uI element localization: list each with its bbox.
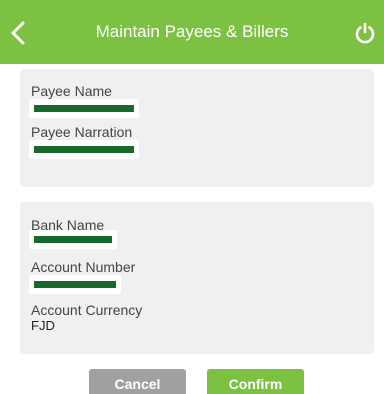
account-number-label: Account Number (31, 259, 136, 275)
bank-name-value-redacted (29, 230, 117, 249)
app-header: Maintain Payees & Billers (0, 0, 384, 64)
bank-details-card: Bank Name Account Number Account Currenc… (20, 202, 374, 354)
account-number-value-redacted (29, 275, 121, 294)
power-icon (355, 22, 375, 44)
account-currency-label: Account Currency (31, 302, 143, 318)
confirm-button[interactable]: Confirm (207, 369, 304, 394)
cancel-button[interactable]: Cancel (89, 369, 186, 394)
back-button[interactable] (6, 18, 30, 48)
logout-button[interactable] (352, 20, 378, 46)
payee-name-label: Payee Name (31, 83, 112, 99)
account-currency-value: FJD (31, 318, 55, 333)
chevron-left-icon (11, 21, 25, 45)
payee-narration-value-redacted (29, 140, 139, 159)
payee-name-value-redacted (29, 99, 139, 118)
page-title: Maintain Payees & Billers (95, 22, 289, 41)
payee-details-card: Payee Name Payee Narration (20, 69, 374, 187)
payee-narration-label: Payee Narration (31, 124, 133, 140)
